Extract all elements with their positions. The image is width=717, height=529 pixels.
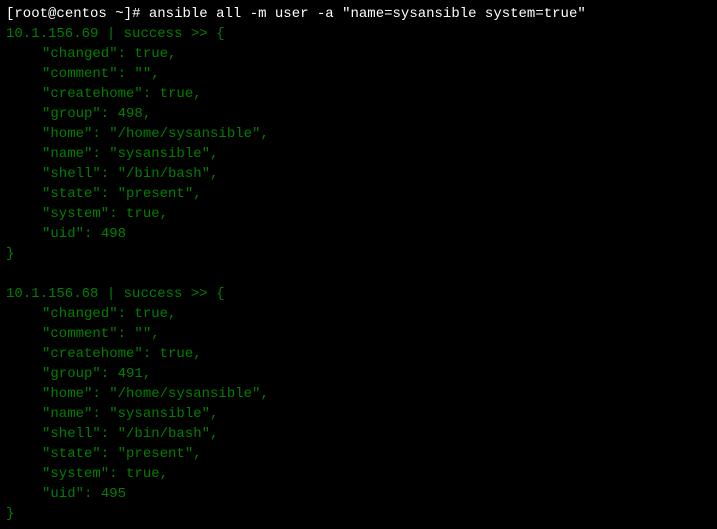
output-row: "uid": 495: [6, 484, 711, 504]
output-row: "state": "present",: [6, 184, 711, 204]
value-comment: "": [134, 326, 151, 342]
prompt-user-host: root@centos ~: [14, 6, 123, 22]
key-state: "state":: [42, 186, 118, 202]
value-comment: "": [134, 66, 151, 82]
key-changed: "changed":: [42, 46, 134, 62]
key-shell: "shell":: [42, 426, 118, 442]
value-group: 491: [118, 366, 143, 382]
output-row: "comment": "",: [6, 324, 711, 344]
output-row: "changed": true,: [6, 304, 711, 324]
close-brace-line: }: [6, 504, 711, 524]
output-row: "group": 498,: [6, 104, 711, 124]
key-home: "home":: [42, 126, 109, 142]
key-system: "system":: [42, 466, 126, 482]
value-state: "present": [118, 446, 194, 462]
result-block-1: 10.1.156.68 | success >> { "changed": tr…: [6, 284, 711, 524]
host-ip: 10.1.156.69: [6, 26, 98, 42]
value-createhome: true: [160, 346, 194, 362]
status-text: success: [124, 26, 183, 42]
status-separator: |: [98, 26, 123, 42]
value-home: "/home/sysansible": [109, 126, 260, 142]
key-uid: "uid":: [42, 486, 101, 502]
command-input[interactable]: ansible all -m user -a "name=sysansible …: [149, 6, 586, 22]
output-row: "name": "sysansible",: [6, 144, 711, 164]
output-row: "system": true,: [6, 464, 711, 484]
value-uid: 495: [101, 486, 126, 502]
value-system: true: [126, 206, 160, 222]
output-row: "createhome": true,: [6, 84, 711, 104]
value-changed: true: [134, 306, 168, 322]
status-text: success: [124, 286, 183, 302]
prompt-close-bracket: ]: [124, 6, 132, 22]
value-uid: 498: [101, 226, 126, 242]
value-shell: "/bin/bash": [118, 426, 210, 442]
prompt-symbol: #: [132, 6, 149, 22]
value-name: "sysansible": [109, 406, 210, 422]
value-changed: true: [134, 46, 168, 62]
key-changed: "changed":: [42, 306, 134, 322]
key-comment: "comment":: [42, 326, 134, 342]
output-row: "system": true,: [6, 204, 711, 224]
key-uid: "uid":: [42, 226, 101, 242]
key-home: "home":: [42, 386, 109, 402]
key-group: "group":: [42, 106, 118, 122]
output-row: "shell": "/bin/bash",: [6, 164, 711, 184]
value-system: true: [126, 466, 160, 482]
output-row: "createhome": true,: [6, 344, 711, 364]
output-row: "comment": "",: [6, 64, 711, 84]
key-name: "name":: [42, 406, 109, 422]
key-state: "state":: [42, 446, 118, 462]
result-block-0: 10.1.156.69 | success >> { "changed": tr…: [6, 24, 711, 264]
command-prompt-line[interactable]: [root@centos ~]# ansible all -m user -a …: [6, 4, 711, 24]
value-createhome: true: [160, 86, 194, 102]
close-brace: }: [6, 246, 14, 262]
result-header: 10.1.156.68 | success >> {: [6, 284, 711, 304]
arrow: >>: [182, 286, 216, 302]
close-brace: }: [6, 506, 14, 522]
key-comment: "comment":: [42, 66, 134, 82]
key-createhome: "createhome":: [42, 86, 160, 102]
open-brace: {: [216, 26, 224, 42]
key-createhome: "createhome":: [42, 346, 160, 362]
value-state: "present": [118, 186, 194, 202]
output-row: "home": "/home/sysansible",: [6, 124, 711, 144]
arrow: >>: [182, 26, 216, 42]
output-row: "home": "/home/sysansible",: [6, 384, 711, 404]
host-ip: 10.1.156.68: [6, 286, 98, 302]
output-row: "group": 491,: [6, 364, 711, 384]
close-brace-line: }: [6, 244, 711, 264]
result-header: 10.1.156.69 | success >> {: [6, 24, 711, 44]
status-separator: |: [98, 286, 123, 302]
key-shell: "shell":: [42, 166, 118, 182]
blank-line: [6, 264, 711, 284]
output-row: "name": "sysansible",: [6, 404, 711, 424]
value-group: 498: [118, 106, 143, 122]
output-row: "uid": 498: [6, 224, 711, 244]
value-home: "/home/sysansible": [109, 386, 260, 402]
key-group: "group":: [42, 366, 118, 382]
open-brace: {: [216, 286, 224, 302]
value-name: "sysansible": [109, 146, 210, 162]
key-name: "name":: [42, 146, 109, 162]
value-shell: "/bin/bash": [118, 166, 210, 182]
key-system: "system":: [42, 206, 126, 222]
output-row: "state": "present",: [6, 444, 711, 464]
output-row: "shell": "/bin/bash",: [6, 424, 711, 444]
output-row: "changed": true,: [6, 44, 711, 64]
